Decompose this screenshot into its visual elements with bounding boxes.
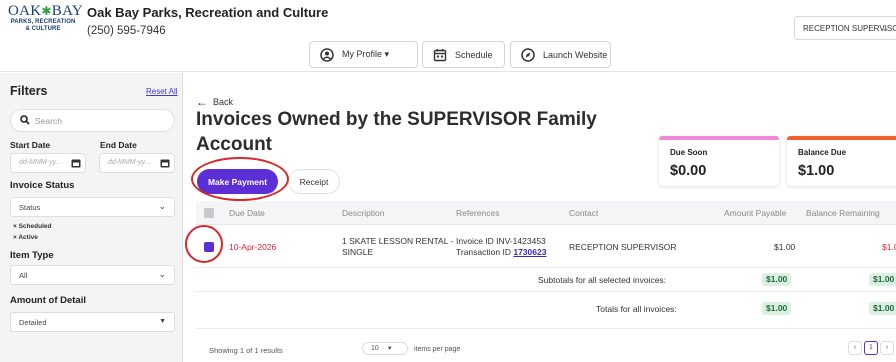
results-count: Showing 1 of 1 results <box>209 346 283 355</box>
launch-website-button[interactable]: Launch Website <box>510 41 611 68</box>
start-date-label: Start Date <box>10 140 51 150</box>
search-input[interactable]: Search <box>10 109 175 132</box>
maple-leaf-icon: ✱ <box>41 4 52 18</box>
status-tag-scheduled[interactable]: × Scheduled <box>13 223 51 230</box>
item-type-label: Item Type <box>10 250 54 261</box>
calendar-icon <box>433 48 447 62</box>
items-per-page-select[interactable]: 10 ▼ <box>362 342 408 355</box>
column-due-date[interactable]: Due Date <box>229 208 265 218</box>
end-date-label: End Date <box>100 140 137 150</box>
org-name: Oak Bay Parks, Recreation and Culture <box>87 5 329 20</box>
column-balance-remaining[interactable]: Balance Remaining <box>806 208 880 218</box>
schedule-button[interactable]: Schedule <box>422 41 505 68</box>
amount-of-detail-label: Amount of Detail <box>10 295 86 306</box>
app-header: OAK✱BAY PARKS, RECREATION & CULTURE Oak … <box>0 0 896 72</box>
role-select[interactable]: RECEPTION SUPERVISOR ⌄ <box>794 16 896 40</box>
select-all-checkbox[interactable] <box>204 208 214 218</box>
pager-page-button[interactable]: 1 <box>864 341 878 355</box>
amount-payable-cell: $1.00 <box>774 242 796 252</box>
table-row[interactable]: 10-Apr-2026 1 SKATE LESSON RENTAL - SING… <box>196 226 896 268</box>
card-accent-bar <box>787 136 896 140</box>
my-profile-button[interactable]: My Profile ▾ <box>309 41 418 68</box>
amount-of-detail-select[interactable]: Detailed ▼ <box>10 312 175 332</box>
column-contact[interactable]: Contact <box>569 208 598 218</box>
item-type-select[interactable]: All ⌄ <box>10 265 175 285</box>
balance-remaining-cell: $1.00 <box>882 242 896 252</box>
calendar-icon[interactable] <box>160 158 170 170</box>
oak-bay-logo[interactable]: OAK✱BAY PARKS, RECREATION & CULTURE <box>8 4 83 33</box>
subtotal-amount-badge: $1.00 <box>762 273 792 286</box>
total-balance-badge: $1.00 <box>869 302 896 315</box>
receipt-button[interactable]: Receipt <box>288 169 340 194</box>
column-references[interactable]: References <box>456 208 499 218</box>
main-content: ← Back Invoices Owned by the SUPERVISOR … <box>184 73 896 362</box>
items-per-page-label: items per page <box>414 346 461 353</box>
card-accent-bar <box>659 136 779 140</box>
chevron-down-icon: ⌄ <box>158 269 166 279</box>
column-amount-payable[interactable]: Amount Payable <box>724 208 786 218</box>
references-cell: Invoice ID INV-1423453 Transaction ID 17… <box>456 236 547 257</box>
caret-down-icon: ▼ <box>159 318 166 325</box>
contact-cell: RECEPTION SUPERVISOR <box>569 242 677 252</box>
description-cell: 1 SKATE LESSON RENTAL - SINGLE <box>342 236 454 257</box>
pager-next-button[interactable]: › <box>880 341 894 355</box>
status-tag-active[interactable]: × Active <box>13 234 38 241</box>
chevron-down-icon: ⌄ <box>881 23 889 33</box>
annotation-circle-make-payment <box>191 157 289 201</box>
calendar-icon[interactable] <box>71 158 81 170</box>
user-circle-icon <box>320 47 334 62</box>
transaction-id-link[interactable]: 1730623 <box>513 247 546 257</box>
table-footer: Showing 1 of 1 results 10 ▼ items per pa… <box>196 341 896 362</box>
invoice-status-label: Invoice Status <box>10 180 75 191</box>
status-select[interactable]: Status ⌄ <box>10 197 175 217</box>
due-soon-card: Due Soon $0.00 <box>659 136 779 186</box>
reset-all-link[interactable]: Reset All <box>146 87 178 96</box>
start-date-input[interactable]: dd-MMM-yy... <box>10 153 86 173</box>
subtotal-balance-badge: $1.00 <box>869 273 896 286</box>
total-amount-badge: $1.00 <box>762 302 792 315</box>
org-phone: (250) 595-7946 <box>87 25 166 37</box>
total-row: Totals for all invoices: $1.00 $1.00 <box>196 293 896 329</box>
end-date-input[interactable]: dd-MMM-yy... <box>99 153 175 173</box>
compass-icon <box>521 47 535 62</box>
filters-sidebar: Filters Reset All Search Start Date End … <box>0 73 183 362</box>
chevron-down-icon: ⌄ <box>158 201 166 211</box>
column-description[interactable]: Description <box>342 208 385 218</box>
balance-due-card: Balance Due $1.00 <box>787 136 896 186</box>
pager-prev-button[interactable]: ‹ <box>848 341 862 355</box>
invoice-table-header: Due Date Description References Contact … <box>196 201 896 225</box>
subtotal-label: Subtotals for all selected invoices: <box>538 275 667 285</box>
due-date-cell: 10-Apr-2026 <box>229 242 277 252</box>
annotation-circle-row-checkbox <box>185 225 223 263</box>
filters-title: Filters <box>10 84 48 98</box>
page-title: Invoices Owned by the SUPERVISOR Family … <box>196 109 597 155</box>
subtotal-row: Subtotals for all selected invoices: $1.… <box>196 269 896 292</box>
total-label: Totals for all invoices: <box>596 304 677 314</box>
search-icon <box>20 115 30 127</box>
caret-down-icon: ▼ <box>386 346 393 352</box>
